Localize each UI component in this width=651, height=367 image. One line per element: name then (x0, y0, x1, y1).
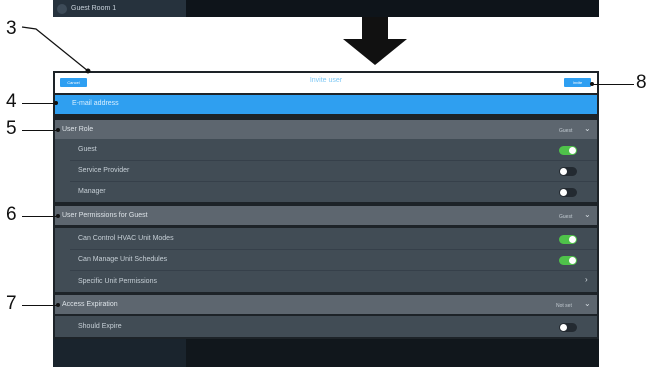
specific-permissions-label: Specific Unit Permissions (78, 278, 157, 285)
callout-8-dot (590, 82, 594, 86)
chevron-down-icon: ⌄ (584, 124, 591, 133)
access-expiration-value: Not set (556, 303, 572, 309)
chevron-right-icon: › (585, 275, 588, 284)
email-field[interactable] (55, 95, 597, 114)
toggle-knob (560, 168, 567, 175)
callout-7-dot (56, 303, 60, 307)
callout-number: 7 (6, 293, 17, 314)
divider (70, 270, 597, 271)
callout-7-leader (22, 305, 58, 306)
down-arrow-head (343, 39, 407, 65)
user-role-label: User Role (62, 126, 94, 133)
background-room-chip (53, 339, 186, 367)
callout-4-dot (54, 101, 58, 105)
chevron-down-icon: ⌄ (584, 299, 591, 308)
unit-schedules-toggle[interactable] (559, 256, 577, 265)
page-title: Invite user (309, 77, 343, 84)
should-expire-row[interactable] (55, 316, 597, 337)
user-role-value: Guest (559, 128, 573, 134)
email-placeholder: E-mail address (72, 100, 119, 107)
role-option-label: Guest (78, 146, 97, 153)
user-role-header[interactable] (55, 120, 597, 139)
toggle-knob (569, 236, 576, 243)
permission-label: Can Manage Unit Schedules (78, 256, 168, 263)
access-expiration-header[interactable] (55, 295, 597, 314)
toggle-knob (569, 147, 576, 154)
callout-number: 6 (6, 204, 17, 225)
divider (70, 160, 597, 161)
role-option-service-provider[interactable] (55, 160, 597, 181)
role-option-manager[interactable] (55, 181, 597, 202)
room-name: Guest Room 1 (71, 5, 117, 12)
invite-button[interactable]: Invite (564, 78, 591, 87)
callout-6-dot (56, 214, 60, 218)
role-option-guest[interactable] (55, 139, 597, 160)
role-option-label: Service Provider (78, 167, 130, 174)
permission-label: Can Control HVAC Unit Modes (78, 235, 174, 242)
callout-number: 3 (6, 18, 17, 39)
should-expire-toggle[interactable] (559, 323, 577, 332)
guest-toggle[interactable] (559, 146, 577, 155)
service-provider-toggle[interactable] (559, 167, 577, 176)
callout-8-leader (592, 84, 634, 85)
callout-number: 5 (6, 118, 17, 139)
room-badge (57, 4, 67, 14)
callout-number: 8 (636, 72, 647, 93)
access-expiration-label: Access Expiration (62, 301, 118, 308)
divider (70, 181, 597, 182)
divider (70, 249, 597, 250)
callout-3-leader (21, 26, 91, 74)
role-option-label: Manager (78, 188, 106, 195)
chevron-down-icon: ⌄ (584, 210, 591, 219)
down-arrow-icon (362, 17, 388, 39)
toggle-knob (560, 324, 567, 331)
toggle-knob (569, 257, 576, 264)
permissions-value: Guest (559, 214, 573, 220)
callout-6-leader (22, 216, 58, 217)
permissions-label: User Permissions for Guest (62, 212, 148, 219)
callout-number: 4 (6, 91, 17, 112)
toggle-knob (560, 189, 567, 196)
callout-4-leader (22, 103, 56, 104)
callout-5-dot (56, 128, 60, 132)
manager-toggle[interactable] (559, 188, 577, 197)
should-expire-label: Should Expire (78, 323, 122, 330)
callout-5-leader (22, 130, 58, 131)
hvac-modes-toggle[interactable] (559, 235, 577, 244)
